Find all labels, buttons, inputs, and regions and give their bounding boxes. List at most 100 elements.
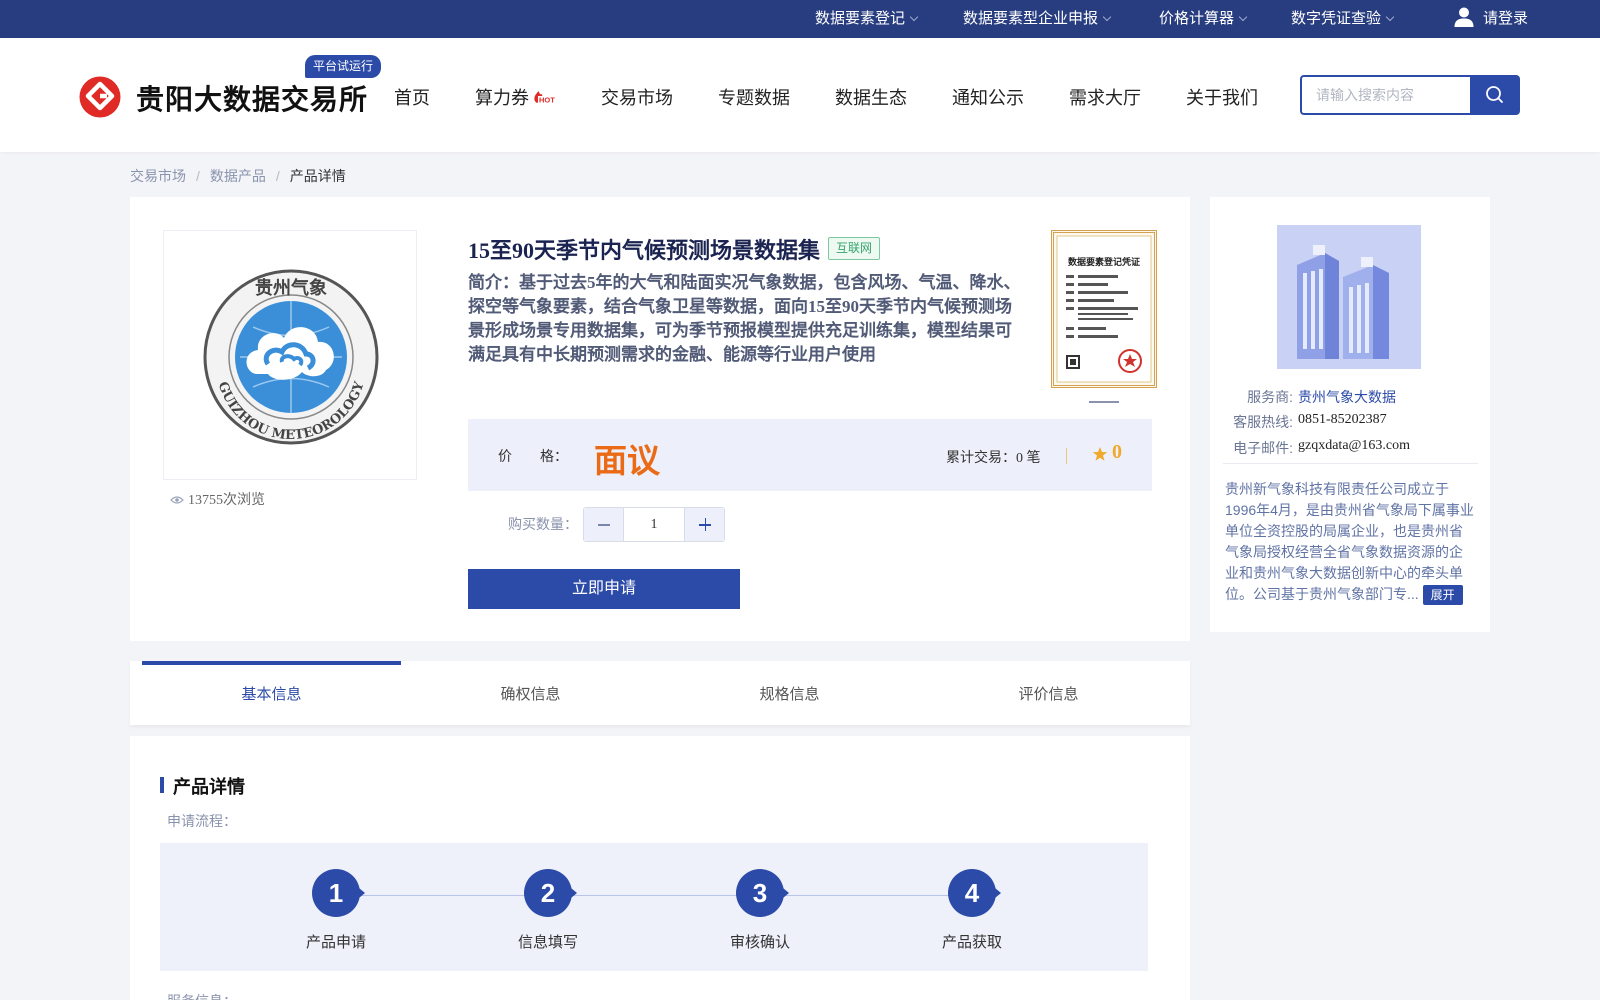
- eye-icon: [170, 496, 184, 504]
- chevron-down-icon: [909, 12, 919, 22]
- trial-badge: 平台试运行: [305, 55, 382, 78]
- provider-image: [1277, 225, 1421, 369]
- product-intro: 简介：基于过去5年的大气和陆面实况气象数据，包含风场、气温、降水、探空等气象要素…: [468, 273, 1021, 364]
- step-number: 3: [736, 869, 789, 917]
- certificate-thumbnail-icon: 数据要素登记凭证: [1056, 235, 1152, 383]
- nav-trade-market[interactable]: 交易市场: [601, 84, 673, 110]
- star-icon: [1092, 447, 1108, 461]
- chevron-down-icon: [1385, 12, 1395, 22]
- tab-spec-info[interactable]: 规格信息: [660, 661, 919, 725]
- tab-review-info[interactable]: 评价信息: [919, 661, 1178, 725]
- quantity-increase-button[interactable]: [684, 508, 724, 541]
- flow-step: 1 产品申请: [276, 869, 396, 969]
- section-title: 产品详情: [173, 777, 245, 797]
- nav-data-ecosystem[interactable]: 数据生态: [835, 84, 907, 110]
- application-flow: 1 产品申请 2 信息填写 3 审核确认 4 产品获取: [160, 843, 1148, 971]
- topbar-price-calculator[interactable]: 价格计算器: [1159, 0, 1248, 38]
- site-header: 贵阳大数据交易所 平台试运行 首页 算力券 HOT 交易市场 专题数据 数据生态…: [0, 38, 1600, 152]
- step-label: 信息填写: [517, 934, 578, 951]
- breadcrumb-current: 产品详情: [289, 168, 346, 184]
- flow-step: 2 信息填写: [488, 869, 608, 969]
- divider: [1223, 463, 1478, 464]
- breadcrumb: 交易市场 / 数据产品 / 产品详情: [130, 166, 346, 186]
- breadcrumb-separator: /: [275, 168, 280, 184]
- search-icon: [1486, 86, 1503, 103]
- view-count-text: 13755次浏览: [188, 493, 265, 508]
- email-label: 电子邮件:: [1233, 440, 1293, 456]
- login-label: 请登录: [1483, 10, 1529, 27]
- divider: [1066, 448, 1067, 464]
- certificate-pager-indicator: [1089, 401, 1119, 403]
- search-input[interactable]: [1300, 75, 1470, 115]
- step-number: 2: [524, 869, 577, 917]
- nav-about-us[interactable]: 关于我们: [1186, 84, 1258, 110]
- price-panel: 价 格： 面议 累计交易：0 笔 0: [468, 419, 1152, 491]
- chevron-down-icon: [1102, 12, 1112, 22]
- nav-demand-hall[interactable]: 需求大厅: [1069, 84, 1141, 110]
- registration-certificate[interactable]: 数据要素登记凭证: [1051, 230, 1157, 388]
- breadcrumb-data-products[interactable]: 数据产品: [210, 168, 266, 184]
- topbar-data-registration[interactable]: 数据要素登记: [815, 0, 919, 38]
- exchange-logo-icon[interactable]: [79, 76, 121, 118]
- user-icon: [1454, 7, 1474, 28]
- product-card: 贵州气象 GUIZHOU METEOROLOGY 13755次浏览 15至90天…: [130, 197, 1190, 641]
- provider-description-text: 贵州新气象科技有限责任公司成立于1996年4月，是由贵州省气象局下属事业单位全资…: [1225, 481, 1474, 602]
- search-button[interactable]: [1470, 75, 1520, 115]
- service-provider-label: 服务商:: [1247, 389, 1293, 405]
- topbar-certificate-check[interactable]: 数字凭证查验: [1291, 0, 1395, 38]
- step-label: 审核确认: [729, 934, 790, 951]
- product-detail-section: 产品详情 申请流程： 1 产品申请 2 信息填写 3 审核确认 4 产品获取 服…: [130, 736, 1190, 1000]
- hotline-value: 0851-85202387: [1298, 412, 1387, 427]
- category-tag: 互联网: [828, 237, 881, 260]
- guizhou-meteorology-logo-icon: 贵州气象 GUIZHOU METEOROLOGY: [203, 269, 379, 445]
- step-number: 1: [312, 869, 365, 917]
- step-label: 产品获取: [941, 934, 1002, 951]
- expand-button[interactable]: 展开: [1422, 585, 1463, 606]
- provider-description: 贵州新气象科技有限责任公司成立于1996年4月，是由贵州省气象局下属事业单位全资…: [1225, 479, 1475, 606]
- topbar-enterprise-declaration[interactable]: 数据要素型企业申报: [963, 0, 1112, 38]
- flow-step: 4 产品获取: [912, 869, 1032, 969]
- topbar-item-label: 数字凭证查验: [1291, 10, 1382, 27]
- quantity-stepper: [583, 507, 725, 542]
- topbar-item-label: 价格计算器: [1159, 10, 1235, 27]
- topbar-item-label: 数据要素登记: [815, 10, 906, 27]
- topbar-item-label: 数据要素型企业申报: [963, 10, 1099, 27]
- nav-compute-voucher[interactable]: 算力券: [475, 84, 529, 110]
- view-count: 13755次浏览: [170, 489, 265, 509]
- detail-tabs: 基本信息 确权信息 规格信息 评价信息: [130, 661, 1190, 725]
- nav-notices[interactable]: 通知公示: [952, 84, 1024, 110]
- certificate-title: 数据要素登记凭证: [1068, 256, 1140, 268]
- provider-panel: 服务商: 贵州气象大数据 客服热线: 0851-85202387 电子邮件: g…: [1210, 197, 1490, 632]
- chevron-down-icon: [1238, 12, 1248, 22]
- quantity-label: 购买数量：: [508, 516, 578, 532]
- quantity-input[interactable]: [624, 508, 684, 541]
- service-info-label: 服务信息：: [167, 991, 237, 1000]
- quantity-decrease-button[interactable]: [584, 508, 624, 541]
- flow-label: 申请流程：: [167, 813, 237, 829]
- nav-topic-data[interactable]: 专题数据: [718, 84, 790, 110]
- product-title: 15至90天季节内气候预测场景数据集: [468, 238, 821, 263]
- breadcrumb-separator: /: [196, 168, 200, 184]
- flow-step: 3 审核确认: [700, 869, 820, 969]
- section-accent-bar: [160, 777, 164, 793]
- apply-now-button[interactable]: 立即申请: [468, 569, 740, 609]
- hot-flame-icon: HOT: [534, 91, 556, 105]
- top-utility-bar: 数据要素登记 数据要素型企业申报 价格计算器 数字凭证查验 请登录: [0, 0, 1600, 38]
- step-label: 产品申请: [305, 934, 366, 951]
- step-number: 4: [948, 869, 1001, 917]
- total-trades: 累计交易：0 笔: [946, 451, 1041, 466]
- logo-text-top: 贵州气象: [255, 277, 327, 299]
- flow-connector-line: [356, 895, 976, 896]
- tab-ownership-info[interactable]: 确权信息: [401, 661, 660, 725]
- service-provider-value[interactable]: 贵州气象大数据: [1298, 387, 1396, 407]
- product-thumbnail: 贵州气象 GUIZHOU METEOROLOGY: [163, 230, 417, 480]
- site-title[interactable]: 贵阳大数据交易所: [136, 78, 368, 118]
- hotline-label: 客服热线:: [1233, 414, 1293, 430]
- nav-home[interactable]: 首页: [394, 84, 430, 110]
- tab-basic-info[interactable]: 基本信息: [142, 661, 401, 725]
- email-value: gzqxdata@163.com: [1298, 438, 1411, 453]
- login-link[interactable]: 请登录: [1453, 0, 1528, 38]
- breadcrumb-trade-market[interactable]: 交易市场: [130, 168, 186, 184]
- svg-text:HOT: HOT: [539, 96, 555, 105]
- price-label: 价 格：: [498, 448, 568, 464]
